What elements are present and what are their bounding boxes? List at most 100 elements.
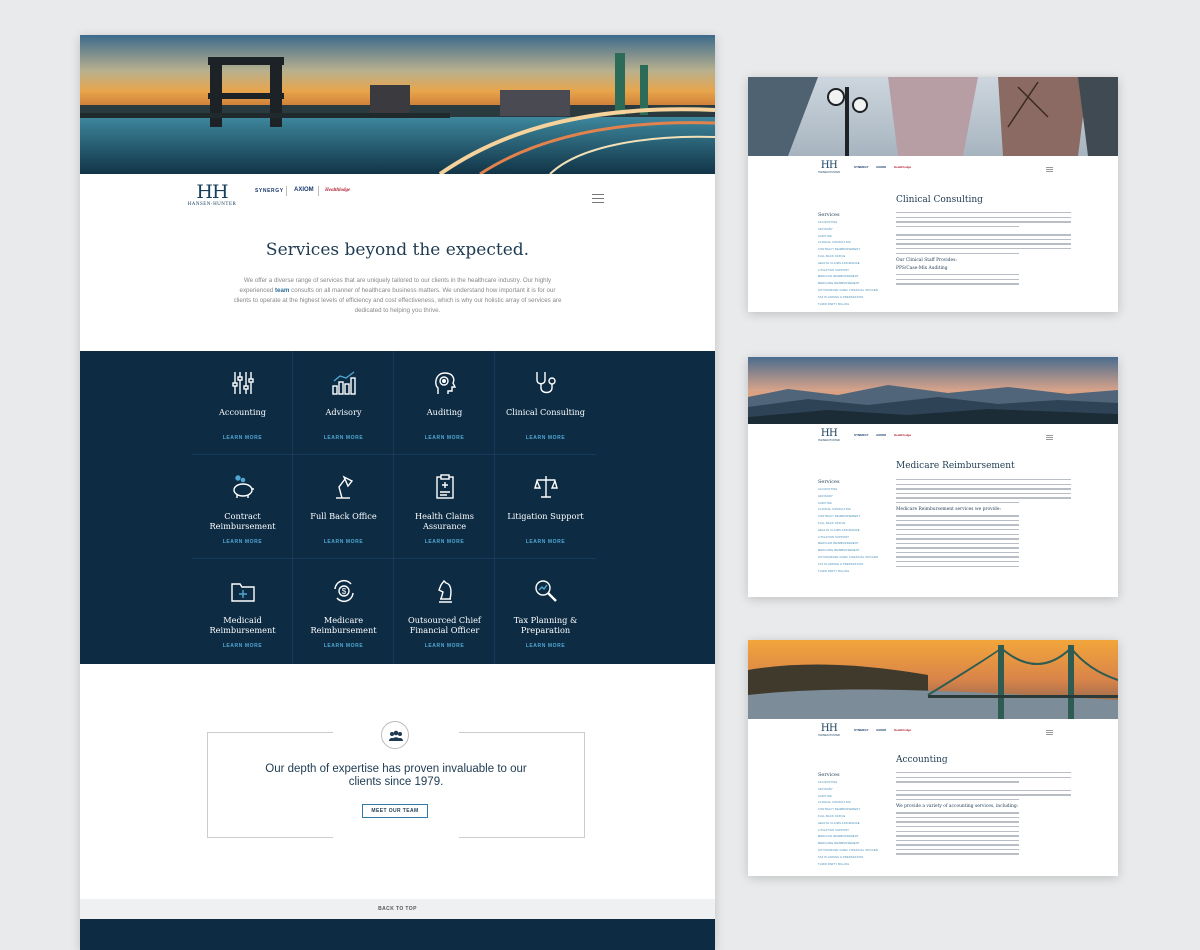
service-title: Contract Reimbursement	[209, 511, 276, 531]
nav-item[interactable]: CLINICAL CONSULTING	[818, 800, 888, 807]
main-page-mockup: HH HANSEN·HUNTER SYNERGY AXIOM Healthlod…	[80, 35, 715, 950]
nav-item[interactable]: CONTRACT REIMBURSEMENT	[818, 247, 888, 254]
nav-item[interactable]: CONTRACT REIMBURSEMENT	[818, 807, 888, 814]
hamburger-menu-icon[interactable]	[592, 194, 604, 203]
partner-synergy-logo: SYNERGY	[854, 433, 869, 437]
learn-more-link[interactable]: LEARN MORE	[495, 539, 596, 545]
nav-item[interactable]: ADVISORY	[818, 787, 888, 794]
partner-divider	[286, 186, 287, 196]
nav-item[interactable]: OUTSOURCED CHIEF FINANCIAL OFFICER	[818, 555, 888, 562]
service-tile-contract-reimbursement[interactable]: Contract Reimbursement LEARN MORE	[192, 455, 293, 559]
nav-item[interactable]: OUTSOURCED CHIEF FINANCIAL OFFICER	[818, 848, 888, 855]
nav-item[interactable]: MEDICAID REIMBURSEMENT	[818, 274, 888, 281]
logo-mark: HH	[196, 181, 228, 203]
service-tile-tax-planning[interactable]: Tax Planning & Preparation LEARN MORE	[495, 559, 596, 664]
back-to-top-link[interactable]: BACK TO TOP	[80, 899, 715, 919]
service-tile-full-back-office[interactable]: Full Back Office LEARN MORE	[293, 455, 394, 559]
nav-item[interactable]: CLINICAL CONSULTING	[818, 507, 888, 514]
service-tile-accounting[interactable]: Accounting LEARN MORE	[192, 351, 293, 455]
hamburger-menu-icon[interactable]	[1046, 730, 1053, 735]
magnifier-icon	[535, 580, 557, 602]
service-title: Auditing	[426, 407, 463, 417]
hamburger-menu-icon[interactable]	[1046, 167, 1053, 172]
nav-item[interactable]: ACCOUNTING	[818, 487, 888, 494]
clinical-consulting-page-mockup: HH HANSEN·HUNTER SYNERGY AXIOM Healthlodg…	[748, 77, 1118, 312]
service-tile-advisory[interactable]: Advisory LEARN MORE	[293, 351, 394, 455]
service-tile-medicaid-reimbursement[interactable]: Medicaid Reimbursement LEARN MORE	[192, 559, 293, 664]
expertise-statement: Our depth of expertise has proven invalu…	[265, 763, 527, 788]
learn-more-link[interactable]: LEARN MORE	[495, 643, 596, 649]
nav-item[interactable]: ACCOUNTING	[818, 780, 888, 787]
nav-item[interactable]: LITIGATION SUPPORT	[818, 268, 888, 275]
hamburger-menu-icon[interactable]	[1046, 435, 1053, 440]
nav-item[interactable]: MEDICAID REIMBURSEMENT	[818, 541, 888, 548]
nav-item[interactable]: CONTRACT REIMBURSEMENT	[818, 514, 888, 521]
service-tile-health-claims-assurance[interactable]: Health Claims Assurance LEARN MORE	[394, 455, 495, 559]
service-tile-medicare-reimbursement[interactable]: $ Medicare Reimbursement LEARN MORE	[293, 559, 394, 664]
learn-more-link[interactable]: LEARN MORE	[293, 643, 394, 649]
nav-item[interactable]: AUDITING	[818, 234, 888, 241]
nav-item[interactable]: AUDITING	[818, 794, 888, 801]
partner-healthlodge-logo: Healthlodge	[894, 165, 912, 169]
nav-item[interactable]: THIRD PARTY BILLING	[818, 569, 888, 576]
learn-more-link[interactable]: LEARN MORE	[192, 435, 293, 441]
footer	[80, 919, 715, 950]
hansen-hunter-logo[interactable]: HH HANSEN·HUNTER	[816, 429, 842, 443]
nav-item[interactable]: CLINICAL CONSULTING	[818, 240, 888, 247]
service-title: Advisory	[325, 407, 362, 417]
nav-item[interactable]: TAX PLANNING & PREPARATION	[818, 562, 888, 569]
section-subheading: Our Clinical Staff Provides:	[896, 258, 957, 264]
accounting-page-mockup: HH HANSEN·HUNTER SYNERGY AXIOM Healthlodg…	[748, 640, 1118, 876]
nav-item[interactable]: THIRD PARTY BILLING	[818, 862, 888, 869]
nav-item[interactable]: LITIGATION SUPPORT	[818, 828, 888, 835]
nav-item[interactable]: TAX PLANNING & PREPARATION	[818, 855, 888, 862]
nav-item[interactable]: FULL BACK OFFICE	[818, 814, 888, 821]
nav-item[interactable]: ADVISORY	[818, 494, 888, 501]
partner-synergy-logo: SYNERGY	[854, 728, 869, 732]
nav-item[interactable]: MEDICAID REIMBURSEMENT	[818, 834, 888, 841]
learn-more-link[interactable]: LEARN MORE	[394, 435, 495, 441]
hansen-hunter-logo[interactable]: HH HANSEN·HUNTER	[816, 724, 842, 738]
services-sidebar-nav: Services ACCOUNTING ADVISORY AUDITING CL…	[818, 772, 888, 868]
nav-item[interactable]: AUDITING	[818, 501, 888, 508]
nav-item[interactable]: MEDICARE REIMBURSEMENT	[818, 841, 888, 848]
page-heading: Services beyond the expected.	[265, 240, 530, 260]
nav-item[interactable]: TAX PLANNING & PREPARATION	[818, 295, 888, 302]
nav-item[interactable]: FULL BACK OFFICE	[818, 254, 888, 261]
nav-item[interactable]: MEDICARE REIMBURSEMENT	[818, 548, 888, 555]
learn-more-link[interactable]: LEARN MORE	[192, 643, 293, 649]
banner-image-bridge-river	[748, 640, 1118, 719]
partner-healthlodge-logo: Healthlodge	[894, 728, 912, 732]
nav-item[interactable]: LITIGATION SUPPORT	[818, 535, 888, 542]
service-tile-outsourced-cfo[interactable]: Outsourced Chief Financial Officer LEARN…	[394, 559, 495, 664]
learn-more-link[interactable]: LEARN MORE	[394, 539, 495, 545]
service-tile-auditing[interactable]: Auditing LEARN MORE	[394, 351, 495, 455]
meet-our-team-button[interactable]: MEET OUR TEAM	[362, 804, 428, 818]
learn-more-link[interactable]: LEARN MORE	[293, 539, 394, 545]
nav-item[interactable]: ADVISORY	[818, 227, 888, 234]
learn-more-link[interactable]: LEARN MORE	[192, 539, 293, 545]
page-body-text: Medicare Reimbursement services we provi…	[896, 479, 1071, 570]
service-tile-litigation-support[interactable]: Litigation Support LEARN MORE	[495, 455, 596, 559]
frame-gap	[333, 835, 459, 839]
nav-item[interactable]: MEDICARE REIMBURSEMENT	[818, 281, 888, 288]
learn-more-link[interactable]: LEARN MORE	[394, 643, 495, 649]
nav-item[interactable]: HEALTH CLAIMS ASSURANCE	[818, 528, 888, 535]
hansen-hunter-logo[interactable]: HH HANSEN·HUNTER	[816, 161, 842, 175]
services-sidebar-nav: Services ACCOUNTING ADVISORY AUDITING CL…	[818, 479, 888, 575]
nav-item[interactable]: FULL BACK OFFICE	[818, 521, 888, 528]
service-tile-clinical-consulting[interactable]: Clinical Consulting LEARN MORE	[495, 351, 596, 455]
learn-more-link[interactable]: LEARN MORE	[495, 435, 596, 441]
hansen-hunter-logo[interactable]: HH HANSEN·HUNTER	[186, 182, 238, 207]
section-subheading: We provide a variety of accounting servi…	[896, 804, 1019, 810]
partner-axiom-logo: AXIOM	[876, 728, 886, 732]
nav-item[interactable]: OUTSOURCED CHIEF FINANCIAL OFFICER	[818, 288, 888, 295]
nav-item[interactable]: HEALTH CLAIMS ASSURANCE	[818, 261, 888, 268]
nav-heading: Services	[818, 212, 840, 218]
nav-item[interactable]: ACCOUNTING	[818, 220, 888, 227]
site-header: HH HANSEN·HUNTER SYNERGY AXIOM Healthlod…	[80, 174, 715, 220]
learn-more-link[interactable]: LEARN MORE	[293, 435, 394, 441]
nav-item[interactable]: HEALTH CLAIMS ASSURANCE	[818, 821, 888, 828]
nav-item[interactable]: THIRD PARTY BILLING	[818, 302, 888, 309]
team-link[interactable]: team	[275, 287, 289, 294]
